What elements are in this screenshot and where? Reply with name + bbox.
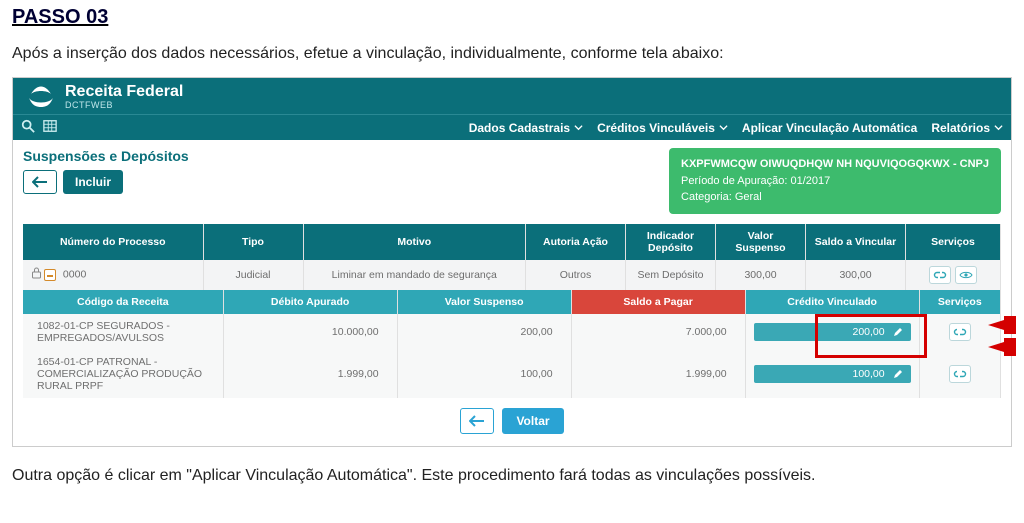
pencil-icon[interactable] bbox=[893, 327, 903, 337]
brand-name: Receita Federal bbox=[65, 84, 183, 100]
cell-valor-suspenso: 300,00 bbox=[716, 260, 806, 290]
lock-icon bbox=[31, 267, 42, 282]
section-title: Suspensões e Depósitos bbox=[23, 148, 189, 164]
processos-table: Número do Processo Tipo Motivo Autoria A… bbox=[23, 224, 1001, 290]
app-screenshot: Receita Federal DCTFWEB Dados Cadastrais… bbox=[12, 77, 1012, 447]
back-arrow-button[interactable] bbox=[460, 408, 494, 434]
left-arrow-icon bbox=[32, 176, 48, 188]
lead-paragraph: Após a inserção dos dados necessários, e… bbox=[12, 39, 1012, 69]
cell-credito: 100,00 bbox=[745, 350, 919, 398]
cell-debito: 10.000,00 bbox=[223, 314, 397, 350]
brand-bar: Receita Federal DCTFWEB bbox=[13, 78, 1011, 114]
col-debito-apurado: Débito Apurado bbox=[223, 290, 397, 314]
cell-debito: 1.999,00 bbox=[223, 350, 397, 398]
receita-logo-icon bbox=[27, 84, 55, 110]
table-row: 1082-01-CP SEGURADOS - EMPREGADOS/AVULSO… bbox=[23, 314, 1001, 350]
receitas-subtable: Código da Receita Débito Apurado Valor S… bbox=[23, 290, 1001, 398]
col-sub-servicos: Serviços bbox=[919, 290, 1000, 314]
col-saldo-vincular: Saldo a Vincular bbox=[806, 224, 906, 260]
cell-motivo: Liminar em mandado de segurança bbox=[303, 260, 526, 290]
search-icon[interactable] bbox=[21, 119, 35, 136]
infobox-entity: KXPFWMCQW OIWUQDHQW NH NQUVIQOGQKWX - CN… bbox=[681, 156, 989, 173]
callout-arrow-icon bbox=[988, 338, 1016, 356]
col-servicos: Serviços bbox=[906, 224, 1001, 260]
cell-saldo-pagar: 1.999,00 bbox=[571, 350, 745, 398]
col-credito-vinculado: Crédito Vinculado bbox=[745, 290, 919, 314]
col-tipo: Tipo bbox=[203, 224, 303, 260]
table-row: 0000 Judicial Liminar em mandado de segu… bbox=[23, 260, 1001, 290]
step-title: PASSO 03 bbox=[12, 6, 1012, 29]
menu-creditos-vinculaveis[interactable]: Créditos Vinculáveis bbox=[597, 121, 728, 135]
col-motivo: Motivo bbox=[303, 224, 526, 260]
menu-relatorios[interactable]: Relatórios bbox=[931, 121, 1003, 135]
pencil-icon[interactable] bbox=[893, 369, 903, 379]
collapse-icon[interactable] bbox=[44, 269, 56, 281]
cell-codigo: 1654-01-CP PATRONAL - COMERCIALIZAÇÃO PR… bbox=[23, 350, 223, 398]
brand-product: DCTFWEB bbox=[65, 100, 183, 110]
cell-suspenso: 200,00 bbox=[397, 314, 571, 350]
link-icon[interactable] bbox=[949, 365, 971, 383]
processo-numero: 0000 bbox=[63, 269, 86, 281]
callout-arrow-icon bbox=[988, 316, 1016, 334]
back-arrow-button[interactable] bbox=[23, 170, 57, 194]
col-sub-valor-suspenso: Valor Suspenso bbox=[397, 290, 571, 314]
left-arrow-icon bbox=[469, 415, 485, 427]
cell-sub-servicos bbox=[919, 350, 1000, 398]
cell-codigo: 1082-01-CP SEGURADOS - EMPREGADOS/AVULSO… bbox=[23, 314, 223, 350]
cell-autoria: Outros bbox=[526, 260, 626, 290]
menu-dados-cadastrais[interactable]: Dados Cadastrais bbox=[469, 121, 583, 135]
col-numero-processo: Número do Processo bbox=[23, 224, 203, 260]
col-indicador: Indicador Depósito bbox=[626, 224, 716, 260]
infobox-periodo: Período de Apuração: 01/2017 bbox=[681, 173, 989, 190]
col-codigo-receita: Código da Receita bbox=[23, 290, 223, 314]
footer-paragraph: Outra opção é clicar em "Aplicar Vincula… bbox=[12, 461, 1012, 491]
cell-indicador: Sem Depósito bbox=[626, 260, 716, 290]
cell-saldo-pagar: 7.000,00 bbox=[571, 314, 745, 350]
menu-aplicar-vinculacao[interactable]: Aplicar Vinculação Automática bbox=[742, 121, 917, 135]
cell-tipo: Judicial bbox=[203, 260, 303, 290]
cell-saldo-vincular: 300,00 bbox=[806, 260, 906, 290]
incluir-button[interactable]: Incluir bbox=[63, 170, 123, 194]
link-icon[interactable] bbox=[949, 323, 971, 341]
table-row: 1654-01-CP PATRONAL - COMERCIALIZAÇÃO PR… bbox=[23, 350, 1001, 398]
cell-suspenso: 100,00 bbox=[397, 350, 571, 398]
table-icon[interactable] bbox=[43, 119, 57, 136]
eye-icon[interactable] bbox=[955, 266, 977, 284]
link-icon[interactable] bbox=[929, 266, 951, 284]
menu-bar: Dados Cadastrais Créditos Vinculáveis Ap… bbox=[13, 114, 1011, 140]
context-infobox: KXPFWMCQW OIWUQDHQW NH NQUVIQOGQKWX - CN… bbox=[669, 148, 1001, 214]
infobox-categoria: Categoria: Geral bbox=[681, 189, 989, 206]
col-valor-suspenso: Valor Suspenso bbox=[716, 224, 806, 260]
cell-credito: 200,00 bbox=[745, 314, 919, 350]
cell-servicos bbox=[906, 260, 1001, 290]
col-saldo-pagar: Saldo a Pagar bbox=[571, 290, 745, 314]
voltar-button[interactable]: Voltar bbox=[502, 408, 563, 434]
col-autoria: Autoria Ação bbox=[526, 224, 626, 260]
